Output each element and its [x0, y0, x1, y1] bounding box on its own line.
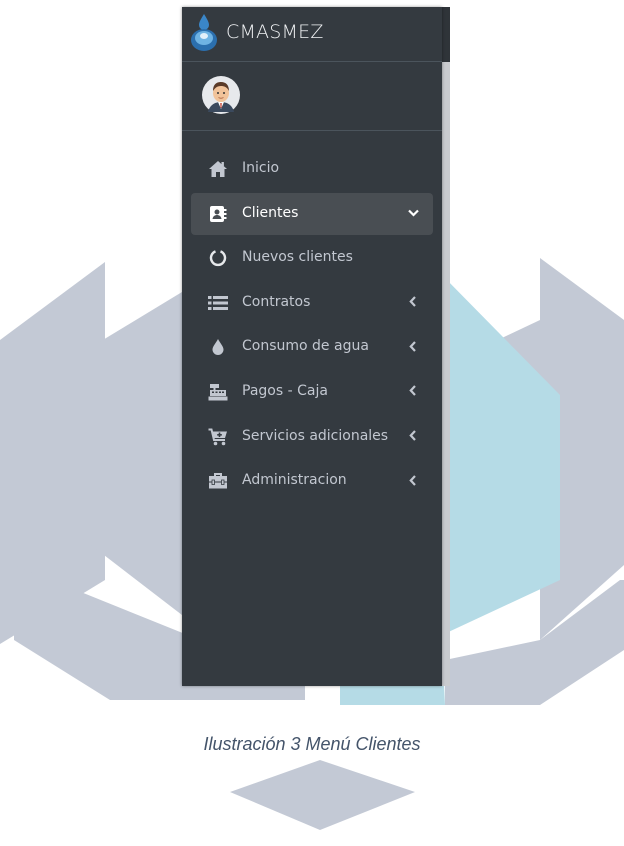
chevron-left-icon: [407, 472, 419, 488]
nav-item-pagos-caja[interactable]: Pagos - Caja: [191, 371, 433, 413]
nav-item-label: Servicios adicionales: [242, 427, 389, 444]
toolbox-icon: [207, 471, 229, 491]
nav-item-label: Clientes: [242, 204, 299, 221]
nav-item-label: Inicio: [242, 160, 280, 176]
chevron-left-icon: [407, 383, 419, 399]
sidebar: CMASMEZ Inicio Clientes Nuevos clientes …: [182, 7, 442, 686]
nav-item-consumo-de-agua[interactable]: Consumo de agua: [191, 326, 433, 368]
nav-item-label: Contratos: [242, 293, 311, 310]
chevron-left-icon: [407, 428, 419, 444]
nav-item-clientes[interactable]: Clientes: [191, 192, 433, 235]
scrollbar-top: [442, 7, 450, 62]
list-icon: [207, 293, 229, 313]
nav-item-servicios-adicionales[interactable]: Servicios adicionales: [191, 416, 433, 458]
nav-item-nuevos-clientes[interactable]: Nuevos clientes: [191, 237, 433, 279]
chevron-left-icon: [407, 294, 419, 310]
home-icon: [207, 159, 229, 179]
tint-icon: [207, 337, 229, 357]
nav-item-label: Nuevos clientes: [242, 249, 353, 266]
sidebar-nav: Inicio Clientes Nuevos clientes Contrato…: [191, 148, 433, 505]
sidebar-scrollbar[interactable]: [442, 62, 450, 686]
address-book-icon: [207, 204, 229, 224]
chevron-left-icon: [407, 338, 419, 354]
nav-item-label: Pagos - Caja: [242, 382, 328, 399]
cash-register-icon: [207, 382, 229, 402]
brand-name: CMASMEZ: [226, 21, 324, 43]
user-panel: [182, 62, 442, 131]
nav-item-contratos[interactable]: Contratos: [191, 282, 433, 324]
chevron-down-icon: [407, 205, 419, 221]
water-drop-logo-icon: [191, 14, 217, 51]
circle-notch-icon: [207, 248, 229, 268]
nav-item-label: Consumo de agua: [242, 338, 369, 355]
nav-item-administracion[interactable]: Administracion: [191, 460, 433, 502]
figure-caption: Ilustración 3 Menú Clientes: [203, 734, 421, 754]
nav-item-label: Administracion: [242, 472, 347, 489]
brand-link[interactable]: CMASMEZ: [182, 7, 442, 62]
cart-plus-icon: [207, 427, 229, 447]
nav-item-inicio[interactable]: Inicio: [191, 148, 433, 190]
user-avatar-icon[interactable]: [202, 76, 240, 114]
